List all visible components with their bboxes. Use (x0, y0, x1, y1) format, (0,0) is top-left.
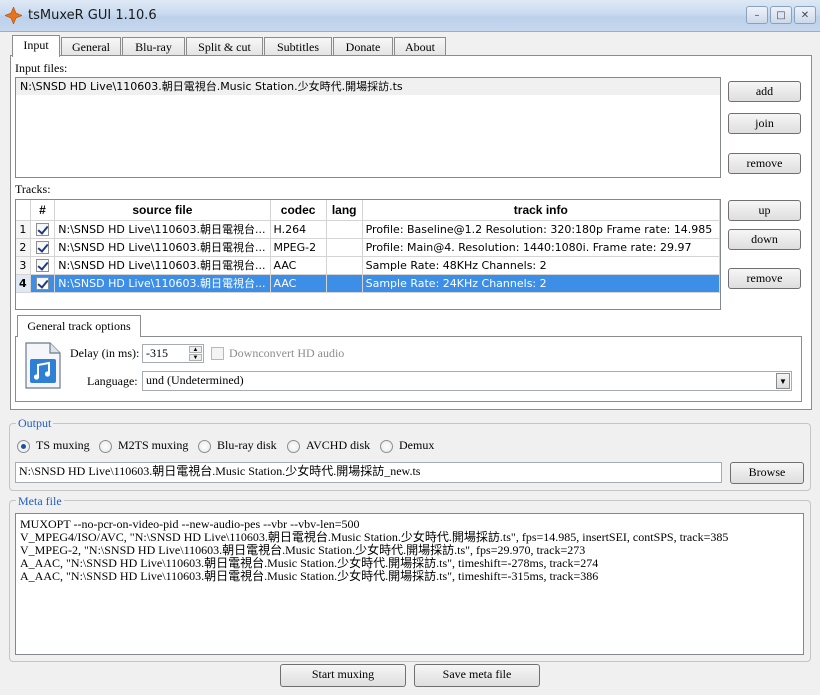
track-checkbox[interactable] (35, 258, 49, 272)
row-number: 3 (16, 256, 31, 275)
tracks-table: # source file codec lang track info 1 N:… (15, 199, 721, 310)
input-files-list[interactable]: N:\SNSD HD Live\110603.朝日電視台.Music Stati… (15, 77, 721, 178)
tab-general[interactable]: General (61, 37, 121, 56)
tab-split-cut[interactable]: Split & cut (186, 37, 263, 56)
downconvert-checkbox[interactable] (211, 347, 224, 360)
language-select[interactable]: und (Undetermined) ▼ (142, 371, 792, 391)
down-button[interactable]: down (728, 229, 801, 250)
tab-about[interactable]: About (394, 37, 446, 56)
tab-input[interactable]: Input (12, 35, 60, 57)
source-file-cell[interactable]: N:\SNSD HD Live\110603.朝日電視台... (54, 238, 271, 257)
track-info-cell[interactable]: Profile: Baseline@1.2 Resolution: 320:18… (362, 220, 720, 239)
list-item[interactable]: N:\SNSD HD Live\110603.朝日電視台.Music Stati… (16, 78, 720, 95)
track-info-cell[interactable]: Sample Rate: 48KHz Channels: 2 (362, 256, 720, 275)
window-title: tsMuxeR GUI 1.10.6 (28, 8, 157, 23)
codec-cell[interactable]: AAC (270, 256, 327, 275)
chevron-down-icon[interactable]: ▼ (776, 373, 790, 389)
start-muxing-button[interactable]: Start muxing (280, 664, 406, 687)
tab-donate[interactable]: Donate (333, 37, 393, 56)
app-logo-icon (5, 7, 22, 24)
tab-subtitles[interactable]: Subtitles (264, 37, 332, 56)
input-files-label: Input files: (15, 61, 68, 75)
column-header-track-info[interactable]: track info (362, 200, 720, 221)
spin-up-icon[interactable]: ▲ (189, 346, 202, 353)
row-number: 4 (16, 274, 31, 293)
row-number: 1 (16, 220, 31, 239)
track-checkbox[interactable] (35, 240, 49, 254)
track-info-cell[interactable]: Sample Rate: 24KHz Channels: 2 (362, 274, 720, 293)
main-tabs: Input General Blu-ray Split & cut Subtit… (12, 35, 447, 57)
language-label: Language: (87, 374, 138, 388)
lang-cell[interactable] (326, 256, 363, 275)
up-button[interactable]: up (728, 200, 801, 221)
radio-ts-muxing[interactable]: TS muxing (17, 438, 90, 453)
tab-general-track-options[interactable]: General track options (17, 315, 141, 337)
meta-file-group-title: Meta file (16, 494, 64, 509)
column-header-lang[interactable]: lang (326, 200, 363, 221)
radio-blu-ray-disk[interactable]: Blu-ray disk (198, 438, 277, 453)
tab-blu-ray[interactable]: Blu-ray (122, 37, 185, 56)
table-row[interactable]: 1 N:\SNSD HD Live\110603.朝日電視台... H.264 … (16, 220, 720, 239)
column-header-source-file[interactable]: source file (54, 200, 271, 221)
audio-file-icon (25, 342, 61, 389)
row-number: 2 (16, 238, 31, 257)
join-button[interactable]: join (728, 113, 801, 134)
language-value: und (Undetermined) (146, 373, 244, 387)
source-file-cell[interactable]: N:\SNSD HD Live\110603.朝日電視台... (54, 256, 271, 275)
meta-file-text[interactable]: MUXOPT --no-pcr-on-video-pid --new-audio… (15, 513, 804, 655)
column-header-codec[interactable]: codec (270, 200, 327, 221)
lang-cell[interactable] (326, 220, 363, 239)
radio-avchd-disk[interactable]: AVCHD disk (287, 438, 370, 453)
delay-value: -315 (146, 346, 168, 360)
spin-down-icon[interactable]: ▼ (189, 354, 202, 361)
codec-cell[interactable]: MPEG-2 (270, 238, 327, 257)
source-file-cell[interactable]: N:\SNSD HD Live\110603.朝日電視台... (54, 220, 271, 239)
tracks-label: Tracks: (15, 182, 51, 196)
meta-line: A_AAC, "N:\SNSD HD Live\110603.朝日電視台.Mus… (20, 569, 599, 583)
table-row[interactable]: 2 N:\SNSD HD Live\110603.朝日電視台... MPEG-2… (16, 238, 720, 257)
codec-cell[interactable]: AAC (270, 274, 327, 293)
track-checkbox[interactable] (35, 276, 49, 290)
column-header-check[interactable]: # (30, 200, 56, 221)
maximize-icon[interactable]: □ (770, 6, 792, 24)
delay-label: Delay (in ms): (70, 346, 140, 360)
remove-track-button[interactable]: remove (728, 268, 801, 289)
output-path-field[interactable]: N:\SNSD HD Live\110603.朝日電視台.Music Stati… (15, 462, 722, 483)
browse-button[interactable]: Browse (730, 462, 804, 484)
column-header-rownum (16, 200, 31, 221)
radio-m2ts-muxing[interactable]: M2TS muxing (99, 438, 188, 453)
title-bar: tsMuxeR GUI 1.10.6 – □ ✕ (0, 0, 820, 32)
track-checkbox[interactable] (35, 222, 49, 236)
lang-cell[interactable] (326, 274, 363, 293)
remove-file-button[interactable]: remove (728, 153, 801, 174)
table-row-selected[interactable]: 4 N:\SNSD HD Live\110603.朝日電視台... AAC Sa… (16, 274, 720, 293)
radio-demux[interactable]: Demux (380, 438, 434, 453)
add-button[interactable]: add (728, 81, 801, 102)
track-info-cell[interactable]: Profile: Main@4. Resolution: 1440:1080i.… (362, 238, 720, 257)
save-meta-file-button[interactable]: Save meta file (414, 664, 540, 687)
delay-spinbox[interactable]: -315 ▲ ▼ (142, 344, 204, 363)
minimize-icon[interactable]: – (746, 6, 768, 24)
lang-cell[interactable] (326, 238, 363, 257)
table-row[interactable]: 3 N:\SNSD HD Live\110603.朝日電視台... AAC Sa… (16, 256, 720, 275)
output-group-title: Output (16, 416, 54, 431)
close-icon[interactable]: ✕ (794, 6, 816, 24)
source-file-cell[interactable]: N:\SNSD HD Live\110603.朝日電視台... (54, 274, 271, 293)
codec-cell[interactable]: H.264 (270, 220, 327, 239)
downconvert-label: Downconvert HD audio (229, 346, 345, 360)
